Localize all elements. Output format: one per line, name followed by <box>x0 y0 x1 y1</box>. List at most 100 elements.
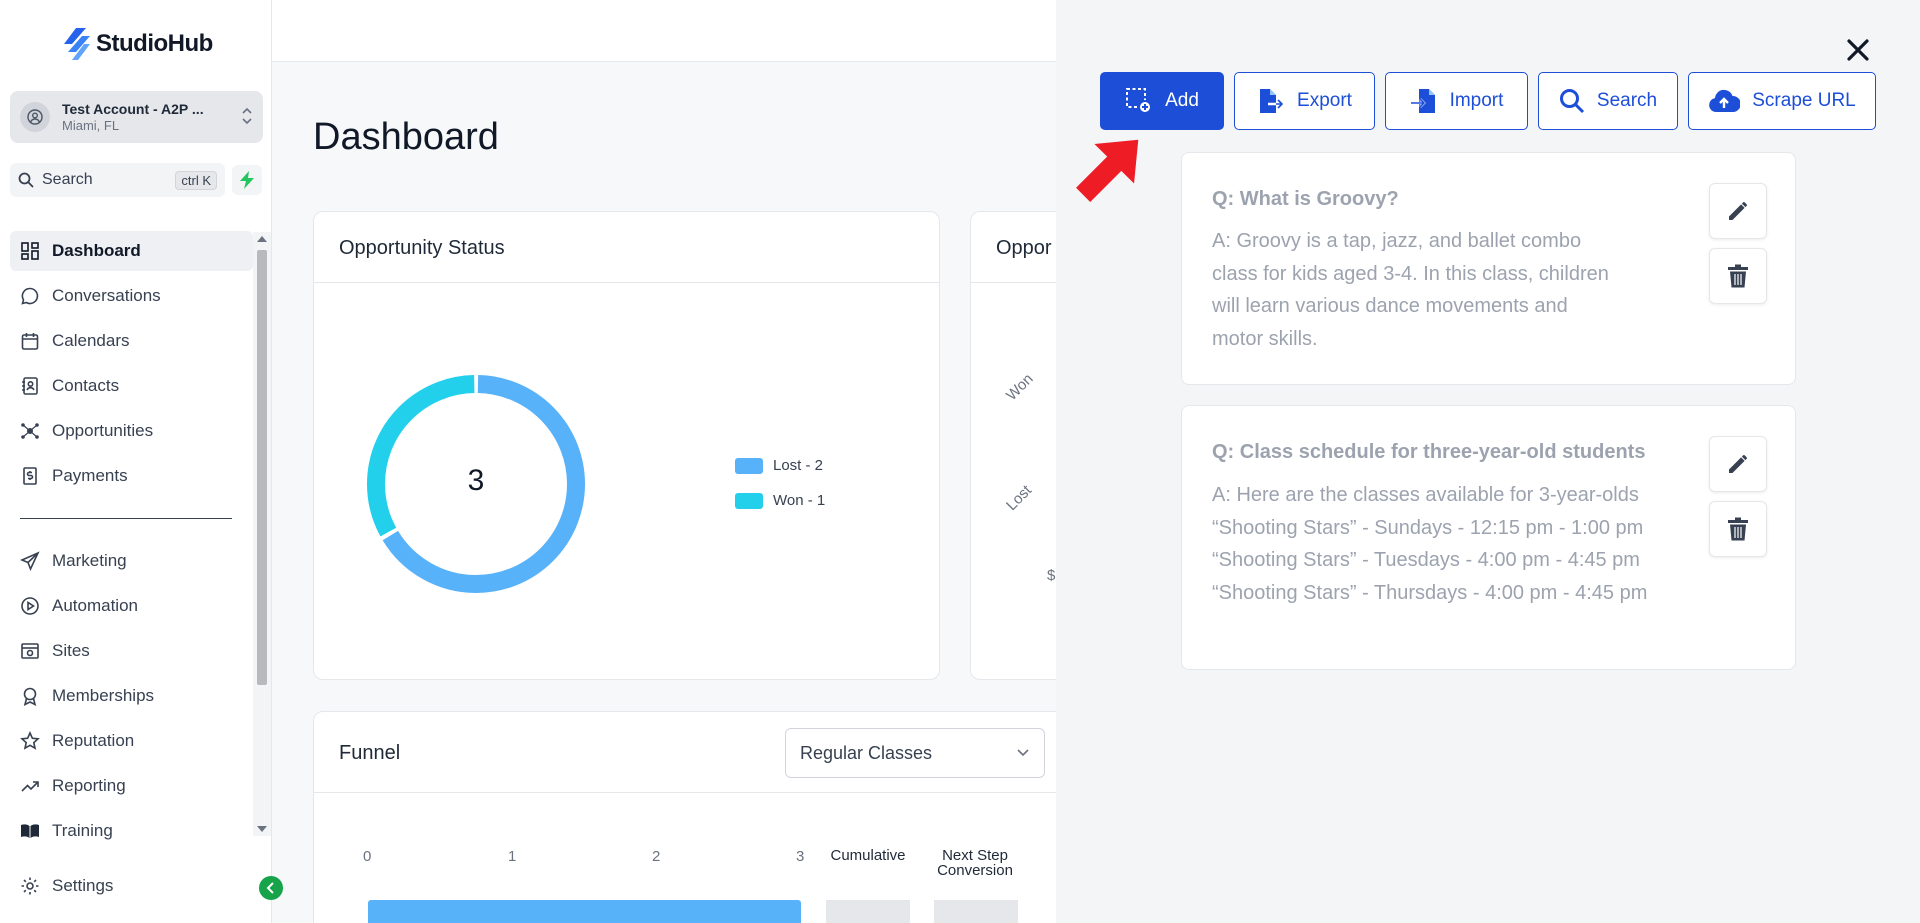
scroll-down-arrow[interactable] <box>257 826 267 832</box>
search-button[interactable]: Search <box>1538 72 1678 130</box>
opportunities-icon <box>21 423 39 439</box>
delete-button[interactable] <box>1709 248 1767 304</box>
book-icon <box>21 824 39 838</box>
funnel-tick: 0 <box>363 848 372 865</box>
nav-label: Automation <box>52 596 138 615</box>
close-icon[interactable] <box>1845 37 1871 63</box>
automation-icon <box>21 597 39 615</box>
trash-icon <box>1728 517 1748 541</box>
add-button[interactable]: Add <box>1100 72 1224 130</box>
funnel-bar[interactable] <box>368 900 801 923</box>
opportunity-status-card: Opportunity Status 3 Lost - 2 Won - 1 <box>313 211 940 680</box>
user-icon <box>27 109 43 125</box>
card-title: Funnel <box>339 742 401 764</box>
nav-item-reputation[interactable]: Reputation <box>10 721 253 761</box>
scroll-thumb[interactable] <box>257 250 267 685</box>
nav-item-conversations[interactable]: Conversations <box>10 276 253 316</box>
cloud-upload-icon <box>1709 89 1741 112</box>
nav-item-settings[interactable]: Settings <box>10 866 253 906</box>
nav-item-dashboard[interactable]: Dashboard <box>10 231 253 271</box>
import-button[interactable]: Import <box>1385 72 1528 130</box>
legend-label: Won - 1 <box>773 492 826 509</box>
sidebar-scrollbar[interactable] <box>253 232 271 836</box>
sites-icon <box>21 643 39 659</box>
nav-label: Contacts <box>52 376 120 395</box>
account-switcher[interactable]: Test Account - A2P ... Miami, FL <box>10 91 263 143</box>
dashboard-icon <box>21 242 39 260</box>
edit-button[interactable] <box>1709 183 1767 239</box>
trash-icon <box>1728 264 1748 288</box>
funnel-cumulative-cell <box>826 900 910 923</box>
bolt-icon <box>240 171 254 189</box>
nav-item-contacts[interactable]: Contacts <box>10 366 253 406</box>
qa-question: Q: What is Groovy? <box>1212 188 1399 210</box>
nav-label: Reputation <box>52 731 135 750</box>
qa-answer: A: Here are the classes available for 3-… <box>1212 484 1648 604</box>
chevron-down-icon <box>1017 749 1029 757</box>
search-icon <box>1559 89 1584 114</box>
nav-item-payments[interactable]: Payments <box>10 456 253 496</box>
logo-icon <box>64 28 90 60</box>
account-location: Miami, FL <box>62 117 120 133</box>
nav-item-training[interactable]: Training <box>10 811 253 851</box>
card-title: Oppor <box>996 237 1052 259</box>
search-icon <box>18 172 34 188</box>
funnel-conversion-cell <box>934 900 1018 923</box>
funnel-column-cumulative: Cumulative <box>830 847 906 864</box>
legend-swatch <box>735 492 763 509</box>
card-separator <box>314 792 1092 793</box>
edit-button[interactable] <box>1709 436 1767 492</box>
funnel-tick: 1 <box>508 848 517 865</box>
import-file-icon <box>1410 89 1435 113</box>
sidebar: StudioHub Test Account - A2P ... Miami, … <box>0 0 272 923</box>
nav-item-calendars[interactable]: Calendars <box>10 321 253 361</box>
axis-label-won: Won <box>1003 370 1037 405</box>
search-shortcut: ctrl K <box>175 170 217 190</box>
annotation-arrow-icon <box>1076 139 1139 202</box>
nav-label: Memberships <box>52 686 155 705</box>
nav-label: Training <box>52 821 113 840</box>
legend-swatch <box>735 457 763 474</box>
app-name: StudioHub <box>96 30 213 57</box>
axis-label-lost: Lost <box>1003 481 1036 515</box>
funnel-column-next-step: Next Step Conversion <box>937 847 1013 879</box>
payments-icon <box>23 467 37 485</box>
export-button[interactable]: Export <box>1234 72 1375 130</box>
legend-item-lost[interactable]: Lost - 2 <box>735 457 823 474</box>
chevron-left-icon <box>266 882 274 894</box>
award-icon <box>23 687 37 706</box>
scroll-up-arrow[interactable] <box>257 236 267 242</box>
send-icon <box>20 551 40 571</box>
chat-icon <box>21 287 39 305</box>
collapse-sidebar-button[interactable] <box>259 876 283 900</box>
global-search[interactable]: Search ctrl K <box>10 163 225 197</box>
nav-label: Sites <box>52 641 90 660</box>
pencil-icon <box>1729 202 1747 220</box>
funnel-tick: 2 <box>652 848 661 865</box>
calendar-icon <box>21 333 39 350</box>
gear-icon <box>21 877 39 895</box>
import-label: Import <box>1449 90 1504 111</box>
delete-button[interactable] <box>1709 501 1767 557</box>
nav-item-sites[interactable]: Sites <box>10 631 253 671</box>
qa-card: Q: Class schedule for three-year-old stu… <box>1181 405 1796 670</box>
legend-item-won[interactable]: Won - 1 <box>735 492 825 509</box>
page-title: Dashboard <box>313 116 499 158</box>
scrape-url-label: Scrape URL <box>1752 90 1856 111</box>
nav-item-memberships[interactable]: Memberships <box>10 676 253 716</box>
nav-item-reporting[interactable]: Reporting <box>10 766 253 806</box>
nav-item-automation[interactable]: Automation <box>10 586 253 626</box>
pipeline-select[interactable]: Regular Classes <box>785 728 1045 778</box>
app-logo[interactable]: StudioHub <box>64 28 213 60</box>
nav-label: Payments <box>52 466 128 485</box>
chevron-updown-icon <box>241 107 253 127</box>
card-title: Opportunity Status <box>339 237 505 259</box>
nav-item-opportunities[interactable]: Opportunities <box>10 411 253 451</box>
nav-item-marketing[interactable]: Marketing <box>10 541 253 581</box>
add-label: Add <box>1165 90 1199 111</box>
nav-label: Settings <box>52 876 114 895</box>
axis-label-currency: $ <box>1047 567 1056 584</box>
scrape-url-button[interactable]: Scrape URL <box>1688 72 1876 130</box>
quick-action-button[interactable] <box>232 165 262 195</box>
search-label: Search <box>42 171 93 188</box>
